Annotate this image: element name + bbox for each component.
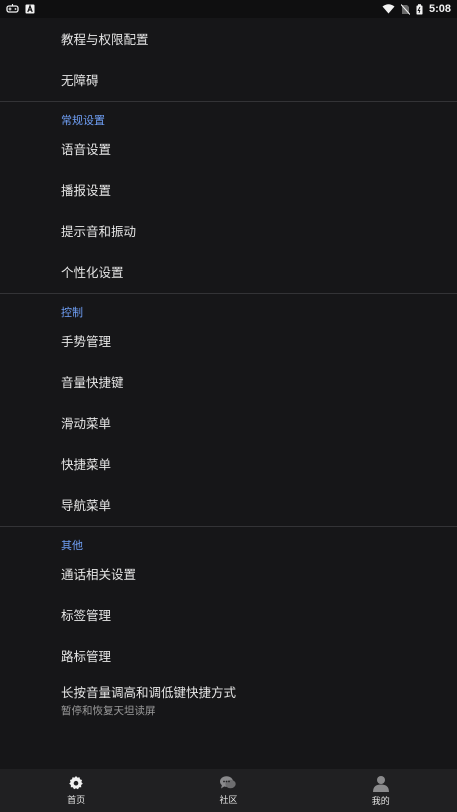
status-time: 5:08 [428, 3, 451, 15]
wifi-icon [382, 4, 395, 14]
list-item-label: 快捷菜单 [61, 457, 112, 472]
bottom-navigation: 首页 社区 我的 [0, 769, 457, 812]
list-item-personalization[interactable]: 个性化设置 [0, 251, 457, 292]
list-item-label: 标签管理 [61, 608, 112, 623]
list-item-volume-shortcut[interactable]: 音量快捷键 [0, 361, 457, 402]
person-icon [372, 775, 390, 792]
list-item-swipe-menu[interactable]: 滑动菜单 [0, 402, 457, 443]
list-item-summary: 暂停和恢复天坦读屏 [61, 705, 156, 717]
battery-charging-icon [416, 3, 423, 15]
list-item-label: 教程与权限配置 [61, 32, 149, 47]
list-item-label: 导航菜单 [61, 498, 112, 513]
section-header-general: 常规设置 [61, 114, 105, 127]
a-badge-icon [25, 4, 35, 14]
list-item-label: 提示音和振动 [61, 224, 137, 239]
status-bar-right: 5:08 [382, 3, 451, 15]
status-bar-left [6, 3, 35, 15]
list-item-landmark-management[interactable]: 路标管理 [0, 635, 457, 676]
list-item-label: 长按音量调高和调低键快捷方式 [61, 685, 237, 700]
list-item-quick-menu[interactable]: 快捷菜单 [0, 443, 457, 484]
list-item-label: 无障碍 [61, 73, 99, 88]
list-item-label: 手势管理 [61, 334, 112, 349]
list-item-accessibility[interactable]: 无障碍 [0, 59, 457, 100]
nav-tab-home[interactable]: 首页 [36, 775, 116, 806]
home-gear-icon [68, 775, 84, 791]
settings-list: 教程与权限配置 无障碍 常规设置 语音设置 播报设置 提示音和振动 个性化设置 … [0, 18, 457, 769]
list-item-sound-vibration[interactable]: 提示音和振动 [0, 210, 457, 251]
list-item-label: 通话相关设置 [61, 567, 137, 582]
list-item-label: 语音设置 [61, 142, 112, 157]
no-sim-icon [400, 3, 410, 15]
list-item-label: 播报设置 [61, 183, 112, 198]
list-item-label: 滑动菜单 [61, 416, 112, 431]
list-item-volume-key-shortcut[interactable]: 长按音量调高和调低键快捷方式 暂停和恢复天坦读屏 [0, 676, 457, 724]
list-item-label: 路标管理 [61, 649, 112, 664]
status-bar: 5:08 [0, 0, 457, 18]
gamepad-icon [6, 3, 19, 15]
nav-label: 社区 [219, 796, 238, 806]
list-item-call-settings[interactable]: 通话相关设置 [0, 553, 457, 594]
list-item-announce-settings[interactable]: 播报设置 [0, 169, 457, 210]
nav-tab-mine[interactable]: 我的 [341, 775, 421, 807]
divider [0, 526, 457, 527]
section-header-control: 控制 [61, 306, 83, 319]
list-item-gesture-management[interactable]: 手势管理 [0, 320, 457, 361]
list-item-tutorial-permissions[interactable]: 教程与权限配置 [0, 18, 457, 59]
list-item-label: 个性化设置 [61, 265, 124, 280]
list-item-label-management[interactable]: 标签管理 [0, 594, 457, 635]
list-item-navigation-menu[interactable]: 导航菜单 [0, 484, 457, 525]
list-item-label: 音量快捷键 [61, 375, 124, 390]
nav-label: 我的 [371, 796, 390, 807]
divider [0, 293, 457, 294]
list-item-voice-settings[interactable]: 语音设置 [0, 128, 457, 169]
nav-tab-community[interactable]: 社区 [188, 775, 268, 806]
nav-label: 首页 [67, 796, 86, 806]
divider [0, 101, 457, 102]
section-header-other: 其他 [61, 539, 83, 552]
chat-bubbles-icon [219, 775, 237, 791]
